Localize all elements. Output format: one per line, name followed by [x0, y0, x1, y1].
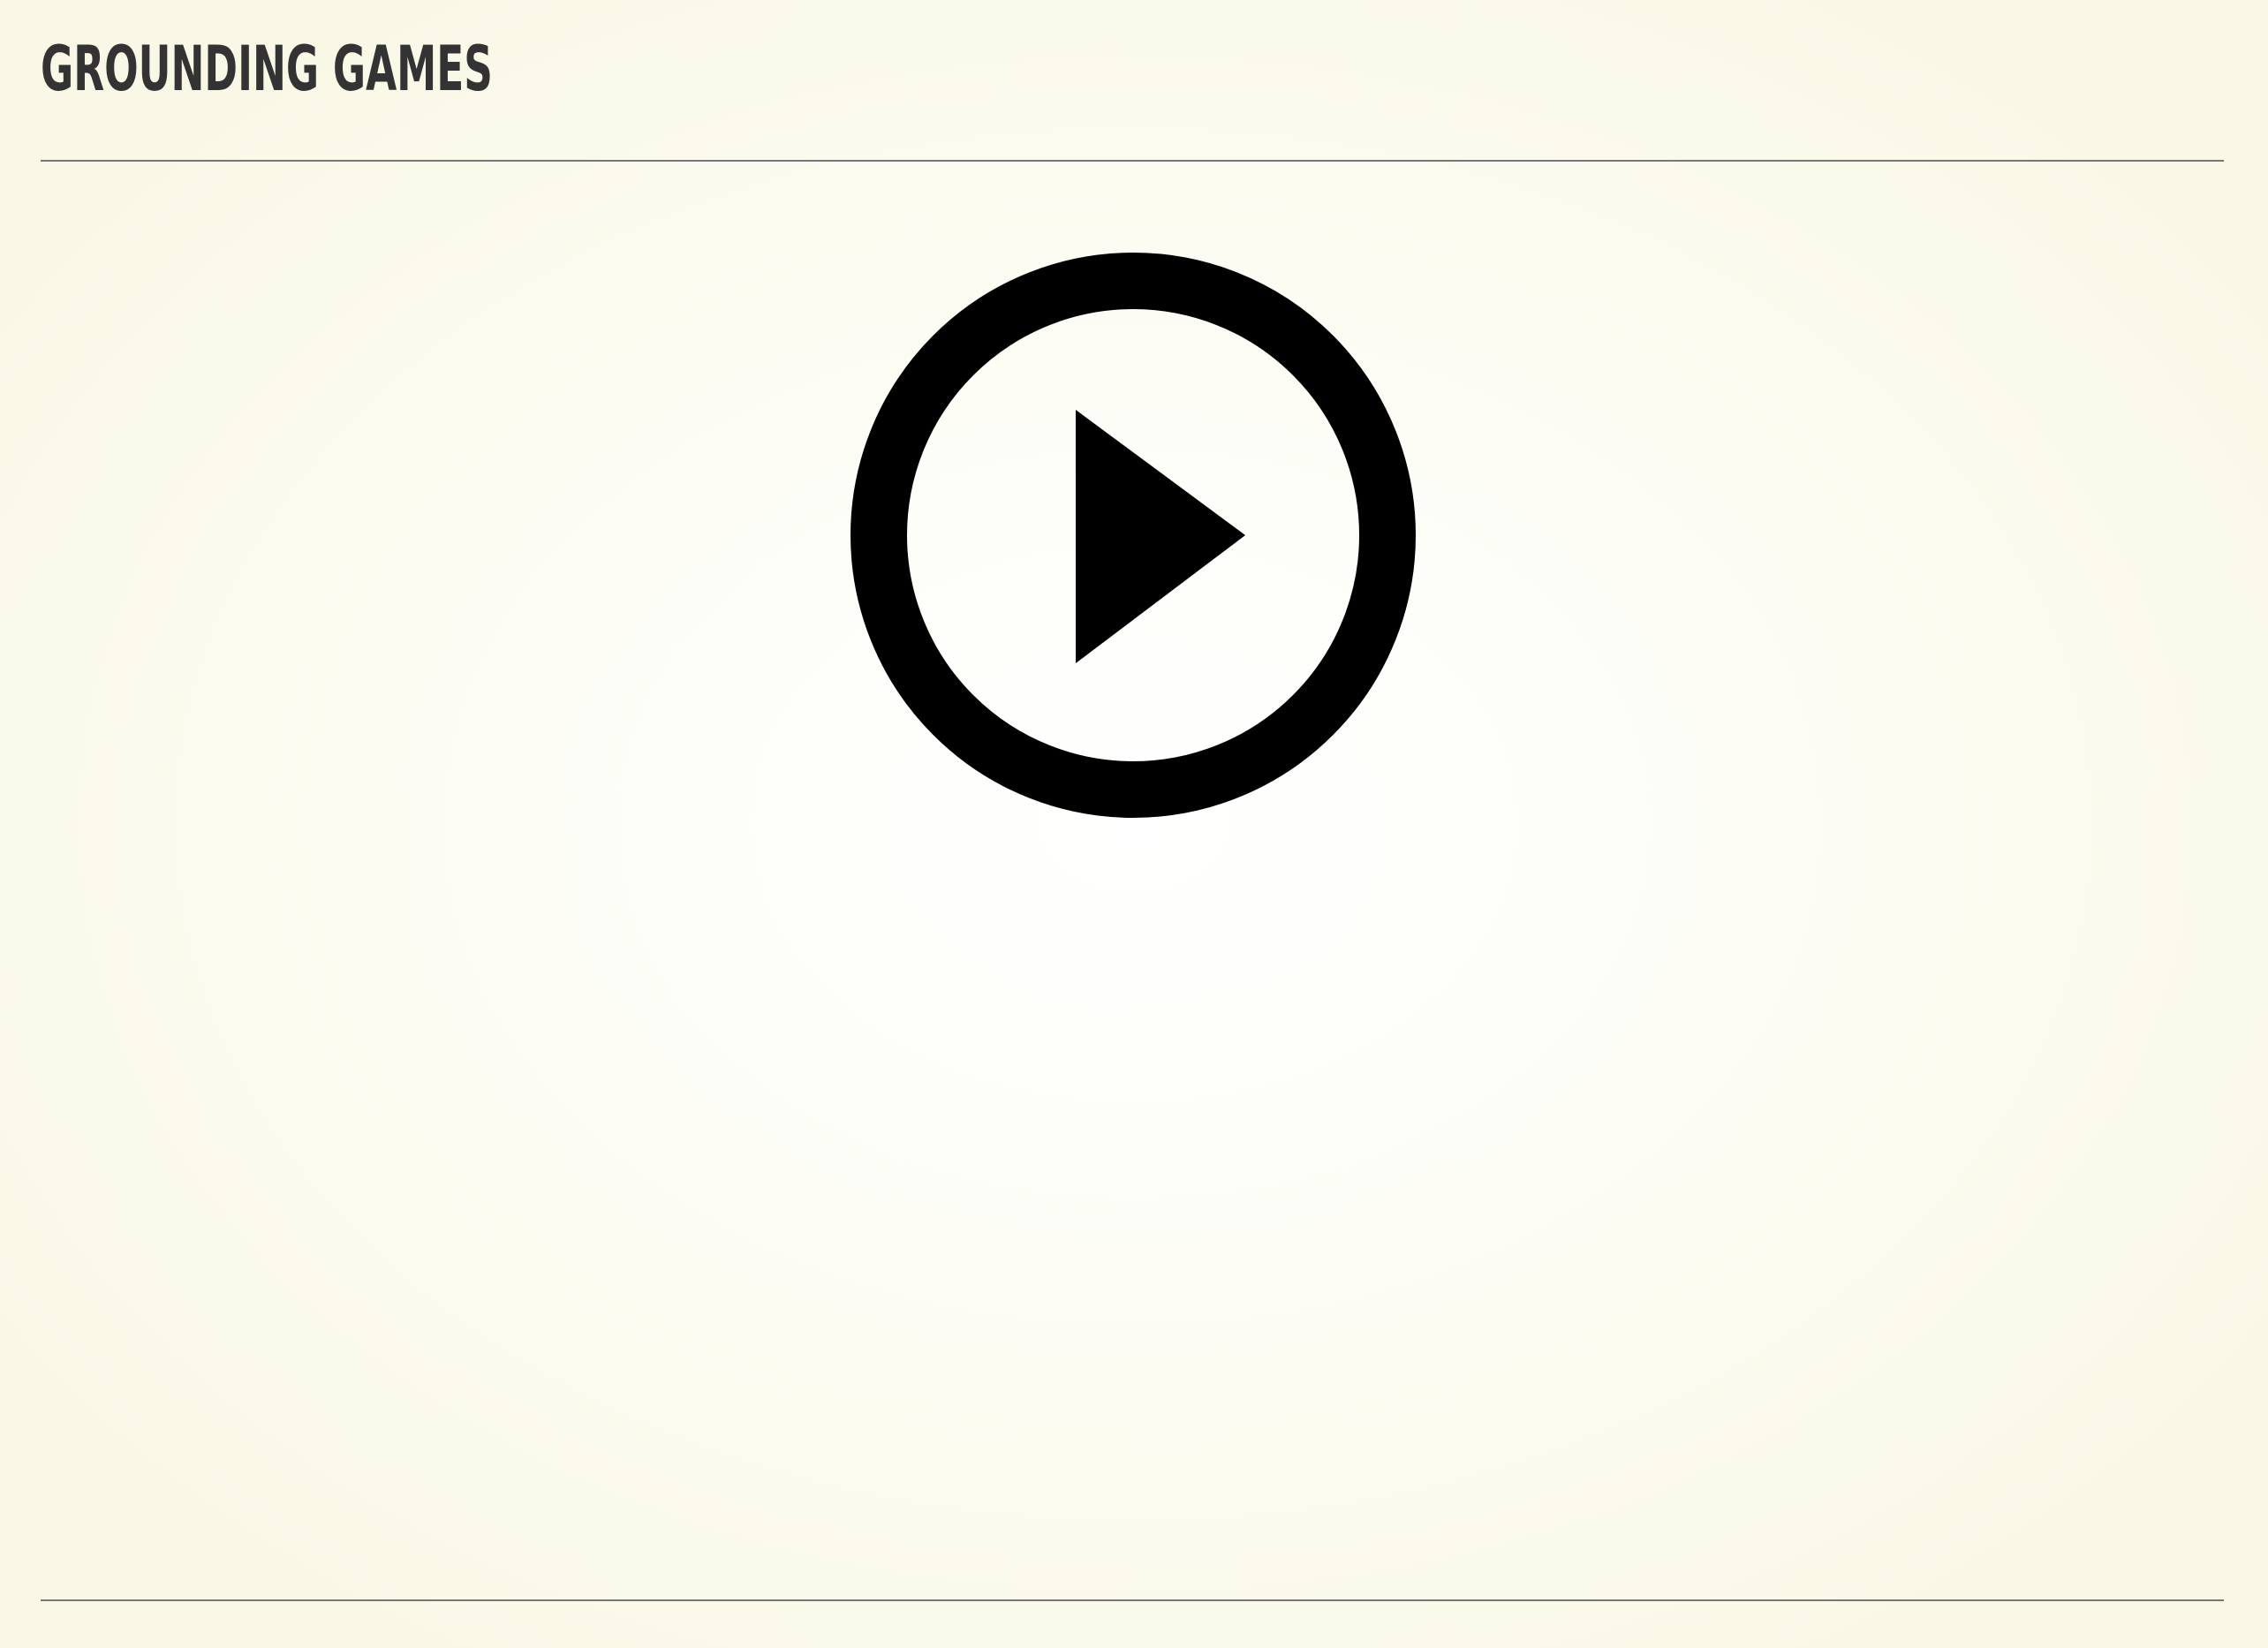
- footer-divider: [41, 1599, 2224, 1601]
- page-title: GROUNDING GAMES: [41, 33, 493, 105]
- header-divider: [41, 160, 2224, 162]
- play-button[interactable]: [850, 252, 1417, 819]
- play-circle-icon: [850, 253, 1416, 818]
